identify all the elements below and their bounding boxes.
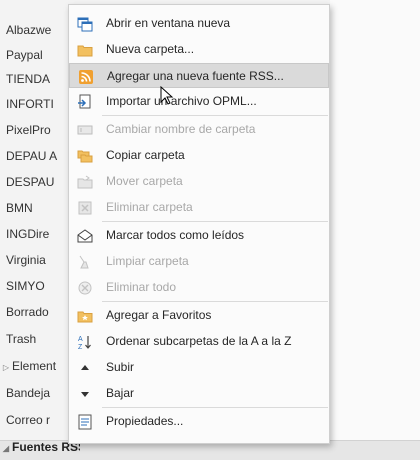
menu-item-label: Copiar carpeta: [106, 148, 185, 162]
menu-item-label: Mover carpeta: [106, 174, 183, 188]
properties-icon: [78, 414, 92, 430]
menu-item-rename-folder[interactable]: Cambiar nombre de carpeta: [69, 117, 329, 142]
rss-icon: [79, 70, 93, 84]
folder-label: Correo r: [6, 413, 51, 427]
folder-label: Element: [12, 359, 57, 373]
folder-label: BMN: [6, 201, 33, 215]
menu-item-delete-all[interactable]: Eliminar todo: [69, 275, 329, 300]
delete-all-icon: [78, 281, 92, 295]
menu-item-move-up[interactable]: Subir: [69, 355, 329, 380]
reading-pane: [330, 0, 420, 459]
up-arrow-icon: [81, 365, 89, 370]
delete-folder-icon: [78, 201, 92, 215]
menu-item-label: Cambiar nombre de carpeta: [106, 122, 256, 136]
menu-item-label: Eliminar todo: [106, 280, 177, 294]
new-window-icon: [77, 17, 93, 32]
menu-item-add-to-favorites[interactable]: Agregar a Favoritos: [69, 303, 329, 328]
menu-item-delete-folder[interactable]: Eliminar carpeta: [69, 195, 329, 220]
menu-item-new-folder[interactable]: Nueva carpeta...: [69, 37, 329, 62]
menu-separator: [102, 115, 328, 116]
folder-label: Borrado: [6, 305, 49, 319]
menu-item-add-rss-feed[interactable]: Agregar una nueva fuente RSS...: [69, 63, 329, 88]
favorites-icon: [77, 311, 93, 323]
menu-item-label: Abrir en ventana nueva: [106, 16, 231, 30]
move-folder-icon: [77, 175, 93, 189]
folder-label: INGDire: [6, 227, 50, 241]
folder-icon: [77, 45, 93, 57]
menu-item-import-opml[interactable]: Importar un archivo OPML...: [69, 89, 329, 114]
copy-folder-icon: [77, 150, 93, 163]
menu-item-move-down[interactable]: Bajar: [69, 381, 329, 406]
menu-item-label: Propiedades...: [106, 414, 184, 428]
outlook-window: Albazwe Paypal TIENDA INFORTI PixelPro D…: [0, 0, 420, 460]
collapse-arrow-icon[interactable]: ◢: [0, 437, 12, 459]
folder-label: Albazwe: [6, 23, 52, 37]
import-icon: [78, 94, 91, 109]
svg-text:A: A: [78, 336, 83, 343]
folder-label: Bandeja: [6, 386, 51, 400]
folder-label: SIMYO: [6, 279, 45, 293]
folder-label: DEPAU A: [6, 149, 58, 163]
clean-folder-icon: [79, 255, 89, 269]
menu-item-copy-folder[interactable]: Copiar carpeta: [69, 143, 329, 168]
menu-item-label: Marcar todos como leídos: [106, 228, 245, 242]
expand-arrow-icon[interactable]: ▷: [0, 356, 12, 378]
menu-item-label: Bajar: [106, 386, 135, 400]
mouse-pointer-icon: [160, 86, 174, 105]
menu-separator: [102, 301, 328, 302]
menu-item-label: Limpiar carpeta: [106, 254, 189, 268]
menu-item-label: Agregar a Favoritos: [106, 308, 212, 322]
folder-label: Trash: [6, 332, 37, 346]
menu-item-properties[interactable]: Propiedades...: [69, 409, 329, 434]
menu-item-open-new-window[interactable]: Abrir en ventana nueva: [69, 11, 329, 36]
menu-separator: [102, 407, 328, 408]
down-arrow-icon: [81, 392, 89, 397]
folder-label: TIENDA: [6, 72, 51, 86]
context-menu: Abrir en ventana nueva Nueva carpeta... …: [68, 4, 330, 444]
menu-item-label: Importar un archivo OPML...: [106, 94, 257, 108]
menu-item-clean-folder[interactable]: Limpiar carpeta: [69, 249, 329, 274]
menu-item-label: Eliminar carpeta: [106, 200, 193, 214]
folder-label: DESPAU: [6, 175, 55, 189]
folder-label: INFORTI: [6, 97, 54, 111]
menu-item-sort-az[interactable]: A Z Ordenar subcarpetas de la A a la Z: [69, 329, 329, 354]
menu-item-label: Nueva carpeta...: [106, 42, 195, 56]
rename-icon: [77, 125, 93, 135]
menu-separator: [102, 221, 328, 222]
menu-item-move-folder[interactable]: Mover carpeta: [69, 169, 329, 194]
folder-label: Virginia: [6, 253, 46, 267]
menu-item-label: Agregar una nueva fuente RSS...: [107, 69, 284, 83]
mark-read-icon: [77, 229, 93, 243]
folder-label: Paypal: [6, 48, 43, 62]
menu-item-label: Subir: [106, 360, 135, 374]
menu-item-label: Ordenar subcarpetas de la A a la Z: [106, 334, 292, 348]
sort-az-icon: A Z: [78, 336, 91, 350]
folder-label: PixelPro: [6, 123, 51, 137]
svg-text:Z: Z: [78, 344, 83, 350]
menu-item-mark-all-read[interactable]: Marcar todos como leídos: [69, 223, 329, 248]
